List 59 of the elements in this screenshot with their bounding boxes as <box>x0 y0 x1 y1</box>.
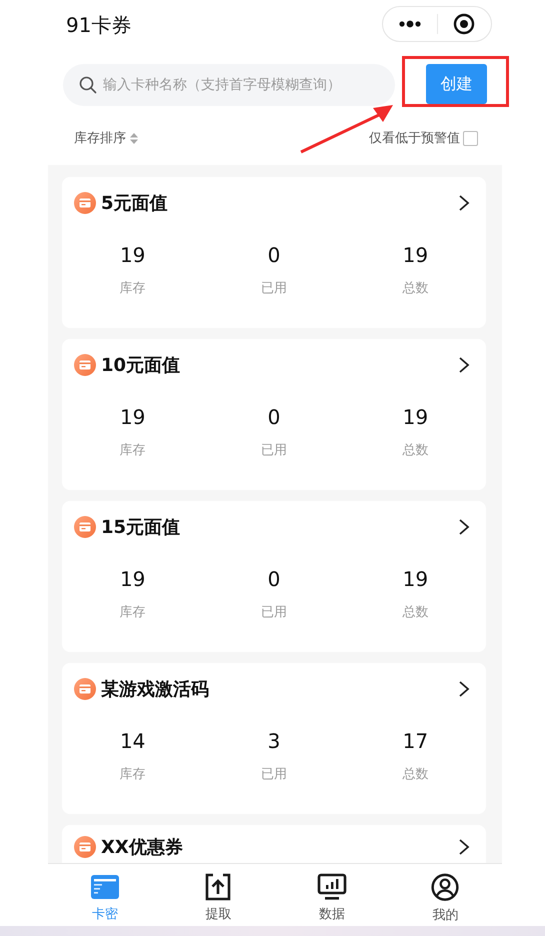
sort-label[interactable]: 库存排序 <box>74 128 126 148</box>
chart-icon[interactable] <box>316 873 347 901</box>
stat-value: 19 <box>402 404 428 431</box>
stat-value: 0 <box>268 566 280 593</box>
card[interactable]: 10元面值 19 库存 0 已用 19 总数 <box>62 339 486 490</box>
chevron-icon[interactable] <box>458 680 470 698</box>
tab-item[interactable]: 提取 <box>162 864 275 926</box>
chevron-icon[interactable] <box>458 838 470 856</box>
tab-item[interactable]: 数据 <box>275 864 388 926</box>
checkbox[interactable] <box>463 131 478 146</box>
chevron-icon[interactable] <box>458 518 470 536</box>
search-icon <box>79 76 97 94</box>
stat-value: 0 <box>268 404 280 431</box>
card[interactable]: 某游戏激活码 14 库存 3 已用 17 总数 <box>62 663 486 814</box>
card-title: 15元面值 <box>101 516 182 540</box>
card-title: 10元面值 <box>101 354 182 378</box>
card[interactable]: XX优惠券 <box>62 825 486 863</box>
card-icon <box>74 678 96 700</box>
stat-label: 库存 <box>120 442 146 460</box>
stat-value: 19 <box>120 566 146 593</box>
stat-label: 总数 <box>402 442 428 460</box>
card-icon <box>74 516 96 538</box>
stat-value: 19 <box>120 404 146 431</box>
chevron-icon[interactable] <box>458 356 470 374</box>
profile-icon[interactable] <box>430 873 460 902</box>
stat-value: 19 <box>120 242 146 269</box>
stat-label: 已用 <box>260 442 287 460</box>
filter-label: 仅看低于预警值 <box>369 130 460 148</box>
more-icon[interactable] <box>398 20 422 28</box>
card[interactable]: 5元面值 19 库存 0 已用 19 总数 <box>62 177 486 328</box>
chevron-icon[interactable] <box>458 194 470 212</box>
card-title: XX优惠券 <box>101 836 184 860</box>
stat-label: 库存 <box>120 766 146 784</box>
stat-value: 17 <box>402 728 428 755</box>
page-title: 91卡券 <box>66 12 132 39</box>
stat-label: 已用 <box>260 280 287 298</box>
stat-label: 总数 <box>402 766 428 784</box>
stat-label: 库存 <box>120 280 146 298</box>
stat-label: 已用 <box>260 766 287 784</box>
card-icon[interactable] <box>90 873 120 901</box>
upload-icon[interactable] <box>204 873 232 901</box>
stat-label: 库存 <box>120 604 146 622</box>
search-bar[interactable]: 输入卡种名称（支持首字母模糊查询） <box>63 64 395 106</box>
card-icon <box>74 354 96 376</box>
tab-item[interactable]: 我的 <box>388 864 502 926</box>
search-input[interactable]: 输入卡种名称（支持首字母模糊查询） <box>103 74 395 96</box>
stat-label: 总数 <box>402 604 428 622</box>
card-title: 某游戏激活码 <box>101 678 210 702</box>
stat-label: 已用 <box>260 604 287 622</box>
stat-value: 19 <box>402 566 428 593</box>
stat-value: 0 <box>268 242 280 269</box>
card-icon <box>74 192 96 214</box>
stat-label: 总数 <box>402 280 428 298</box>
stat-value: 14 <box>120 728 146 755</box>
stat-value: 19 <box>402 242 428 269</box>
stat-value: 3 <box>268 728 280 755</box>
card-icon <box>74 836 96 858</box>
card-title: 5元面值 <box>101 192 169 216</box>
card[interactable]: 15元面值 19 库存 0 已用 19 总数 <box>62 501 486 652</box>
